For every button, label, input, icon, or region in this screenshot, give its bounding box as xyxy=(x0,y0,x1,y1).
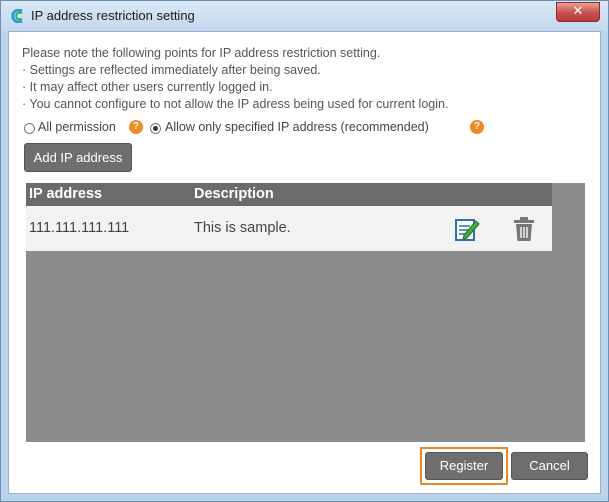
register-button[interactable]: Register xyxy=(425,452,503,480)
note-item: · You cannot configure to not allow the … xyxy=(22,97,449,111)
column-header-description: Description xyxy=(194,186,274,202)
add-ip-address-button[interactable]: Add IP address xyxy=(24,143,132,172)
close-icon: ✕ xyxy=(572,4,584,19)
radio-specified-ip-label[interactable]: Allow only specified IP address (recomme… xyxy=(165,120,429,134)
radio-all-permission[interactable] xyxy=(24,123,35,134)
cancel-button[interactable]: Cancel xyxy=(511,452,588,480)
column-header-ip: IP address xyxy=(29,186,103,202)
table-header: IP address Description xyxy=(26,183,552,206)
trash-icon[interactable] xyxy=(513,217,535,242)
app-logo-icon xyxy=(11,9,23,23)
title-bar: IP address restriction setting ✕ xyxy=(1,1,608,31)
notes-block: Please note the following points for IP … xyxy=(22,45,448,113)
description-cell: This is sample. xyxy=(194,220,291,236)
ip-cell: 111.111.111.111 xyxy=(29,220,130,236)
close-button[interactable]: ✕ xyxy=(556,2,600,22)
window-title: IP address restriction setting xyxy=(31,8,195,23)
note-item: · Settings are reflected immediately aft… xyxy=(22,63,321,77)
table-row: 111.111.111.111 This is sample. xyxy=(26,206,552,251)
note-intro: Please note the following points for IP … xyxy=(22,46,381,60)
dialog-window: IP address restriction setting ✕ Please … xyxy=(0,0,609,502)
radio-specified-ip[interactable] xyxy=(150,123,161,134)
radio-all-permission-label[interactable]: All permission xyxy=(38,120,116,134)
ip-table: IP address Description 111.111.111.111 T… xyxy=(26,183,585,442)
dialog-content: Please note the following points for IP … xyxy=(8,31,601,494)
question-icon[interactable]: ? xyxy=(470,120,484,134)
edit-icon[interactable] xyxy=(454,216,480,242)
question-icon[interactable]: ? xyxy=(129,120,143,134)
note-item: · It may affect other users currently lo… xyxy=(22,80,273,94)
